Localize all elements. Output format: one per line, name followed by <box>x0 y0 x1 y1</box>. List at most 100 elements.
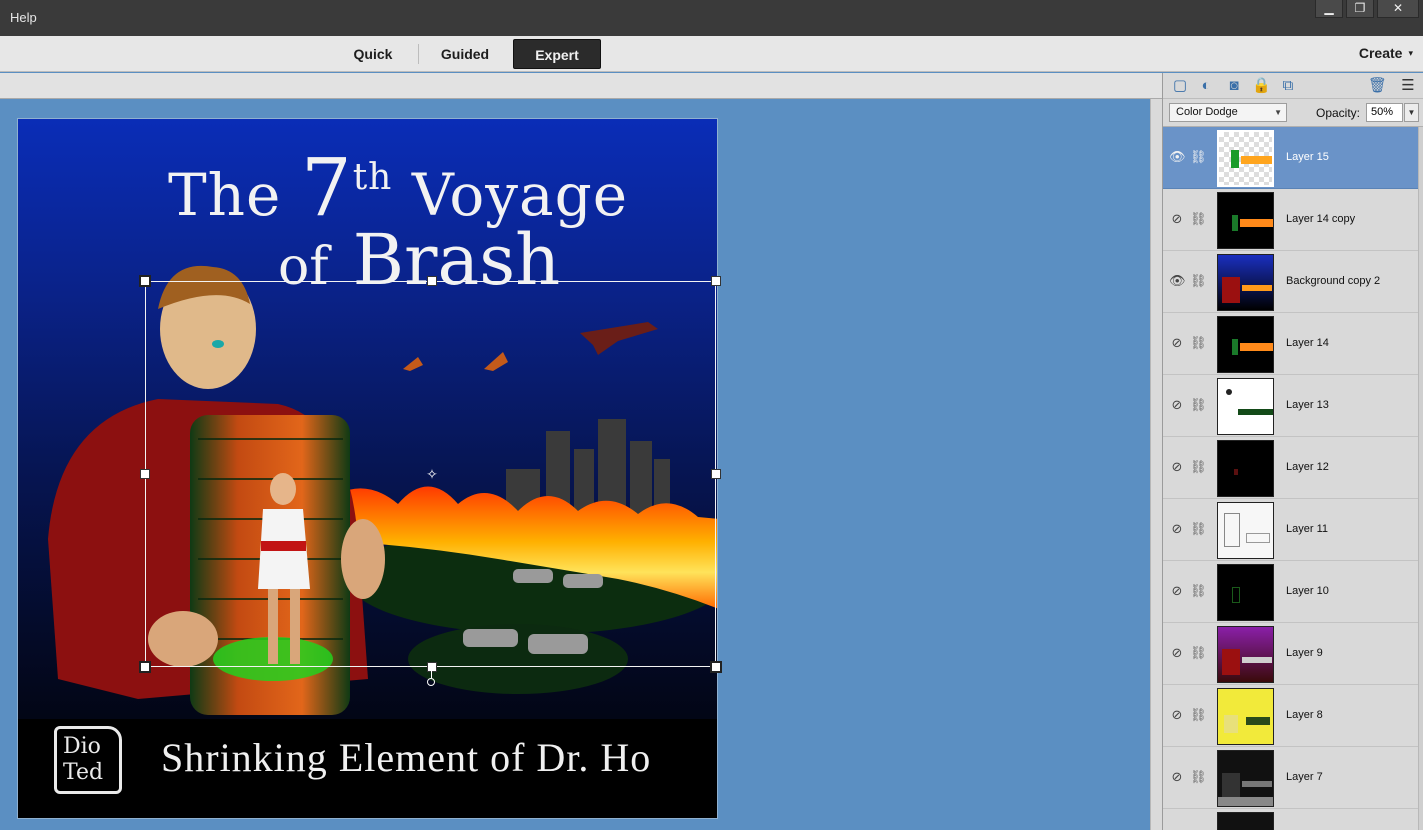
blend-mode-value: Color Dodge <box>1176 106 1238 118</box>
layer-name: Layer 14 <box>1286 337 1329 349</box>
eye-hidden-icon[interactable]: ⊘ <box>1169 583 1185 599</box>
eye-hidden-icon[interactable]: ⊘ <box>1169 397 1185 413</box>
eye-hidden-icon[interactable]: ⊘ <box>1169 459 1185 475</box>
layer-thumbnail <box>1217 812 1274 830</box>
layers-scrollbar[interactable] <box>1418 127 1423 830</box>
layer-name: Layer 9 <box>1286 647 1323 659</box>
restore-button[interactable]: ❐ <box>1346 0 1374 18</box>
link-icon[interactable]: ⛓ <box>1190 645 1207 661</box>
eye-hidden-icon[interactable]: ⊘ <box>1169 211 1185 227</box>
tab-guided[interactable]: Guided <box>428 39 502 69</box>
transform-handle-bottom-right[interactable] <box>710 661 722 673</box>
link-icon[interactable]: ⛓ <box>1190 769 1207 785</box>
layers-toolbar: ▢ ◐ ◙ 🔒 ⧉ 🗑 ☰ <box>1163 73 1423 99</box>
layer-row[interactable]: ⊘ ⛓ Layer 13 <box>1163 375 1418 437</box>
layer-name: Layer 7 <box>1286 771 1323 783</box>
rotate-handle[interactable] <box>427 678 435 686</box>
layer-row[interactable]: ⊘ ⛓ Layer 10 <box>1163 561 1418 623</box>
link-icon[interactable]: ⛓ <box>1190 583 1207 599</box>
transform-handle-bottom-left[interactable] <box>139 661 151 673</box>
transform-handle-top-left[interactable] <box>139 275 151 287</box>
opacity-label: Opacity: <box>1316 106 1361 120</box>
layer-thumbnail <box>1217 502 1274 559</box>
transform-handle-top[interactable] <box>427 276 437 286</box>
layer-thumbnail <box>1217 564 1274 621</box>
link-icon[interactable]: ⛓ <box>1190 273 1207 289</box>
eye-icon[interactable]: 👁 <box>1169 149 1186 165</box>
layer-row[interactable]: ⊘ ⛓ Layer 9 <box>1163 623 1418 685</box>
lock-icon[interactable]: 🔒 <box>1252 77 1271 95</box>
mode-bar: Quick Guided Expert Create ▾ <box>0 36 1423 72</box>
layers-options: Color Dodge ▼ Opacity: 50% ▼ <box>1163 99 1423 127</box>
layer-name: Layer 11 <box>1286 523 1328 535</box>
create-label: Create <box>1358 45 1403 61</box>
layer-row[interactable]: 👁 ⛓ Layer 15 <box>1163 127 1418 189</box>
layer-row[interactable]: ⊘ ⛓ Layer 11 <box>1163 499 1418 561</box>
transform-handle-left[interactable] <box>140 469 150 479</box>
layer-row[interactable]: 👁 ⛓ Background copy 2 <box>1163 251 1418 313</box>
link-icon[interactable]: ⛓ <box>1190 149 1207 165</box>
layers-panel: ▢ ◐ ◙ 🔒 ⧉ 🗑 ☰ Color Dodge ▼ Opacity: 50%… <box>1162 73 1423 830</box>
chevron-down-icon: ▼ <box>1274 108 1282 117</box>
layer-row[interactable]: ⊘ ⛓ Layer 12 <box>1163 437 1418 499</box>
layer-row[interactable]: ⊘ ⛓ Layer 14 <box>1163 313 1418 375</box>
layer-thumbnail <box>1217 440 1274 497</box>
opacity-dropdown-button[interactable]: ▼ <box>1404 103 1419 122</box>
layer-thumbnail <box>1217 688 1274 745</box>
transform-handle-right[interactable] <box>711 469 721 479</box>
menu-help[interactable]: Help <box>10 10 37 25</box>
eye-hidden-icon[interactable]: ⊘ <box>1169 707 1185 723</box>
link-icon[interactable]: ⛓ <box>1190 211 1207 227</box>
layer-row[interactable]: ⊘ ⛓ Layer 8 <box>1163 685 1418 747</box>
rotate-stem <box>431 667 432 678</box>
tab-expert[interactable]: Expert <box>513 39 601 69</box>
trash-icon[interactable]: 🗑 <box>1368 77 1387 95</box>
new-layer-icon[interactable]: ▢ <box>1171 77 1189 95</box>
panel-menu-icon[interactable]: ☰ <box>1399 77 1417 95</box>
layer-thumbnail <box>1217 130 1274 187</box>
layers-list: 👁 ⛓ Layer 15 ⊘ ⛓ Layer 14 copy 👁 ⛓ Backg… <box>1163 127 1418 830</box>
layer-thumbnail <box>1217 378 1274 435</box>
title-bar: Help ▁ ❐ ✕ <box>0 0 1423 36</box>
dio-ted-logo: Dio Ted <box>54 726 122 794</box>
create-button[interactable]: Create ▾ <box>1359 45 1413 61</box>
close-button[interactable]: ✕ <box>1377 0 1419 18</box>
artwork-subtitle: Shrinking Element of Dr. Ho <box>161 735 652 780</box>
layer-name: Layer 12 <box>1286 461 1329 473</box>
link-icon[interactable]: ⛓ <box>1190 707 1207 723</box>
link-icon[interactable]: ⛓ <box>1190 397 1207 413</box>
layer-name: Layer 14 copy <box>1286 213 1356 225</box>
blend-mode-select[interactable]: Color Dodge ▼ <box>1169 103 1287 122</box>
eye-hidden-icon[interactable]: ⊘ <box>1169 521 1185 537</box>
layer-thumbnail <box>1217 750 1274 807</box>
layer-name: Layer 13 <box>1286 399 1329 411</box>
workspace-scrollbar[interactable] <box>1150 99 1162 830</box>
title-word-the: The <box>168 161 282 229</box>
layer-name: Layer 15 <box>1286 151 1329 163</box>
link-icon[interactable]: ⛓ <box>1190 521 1207 537</box>
layer-row[interactable]: ⊘ ⛓ Layer 7 <box>1163 747 1418 809</box>
layer-row[interactable] <box>1163 809 1418 830</box>
chevron-down-icon: ▾ <box>1408 48 1413 58</box>
lock-transparency-icon[interactable]: ⧉ <box>1279 77 1297 95</box>
eye-hidden-icon[interactable]: ⊘ <box>1169 335 1185 351</box>
layer-name: Background copy 2 <box>1286 275 1381 287</box>
layer-thumbnail <box>1217 192 1274 249</box>
pivot-point-icon[interactable]: ✧ <box>426 467 438 481</box>
link-icon[interactable]: ⛓ <box>1190 459 1207 475</box>
eye-hidden-icon[interactable]: ⊘ <box>1169 645 1185 661</box>
link-icon[interactable]: ⛓ <box>1190 335 1207 351</box>
window-controls: ▁ ❐ ✕ <box>1315 0 1419 18</box>
transform-handle-top-right[interactable] <box>711 276 721 286</box>
transform-handle-bottom[interactable] <box>427 662 437 672</box>
mode-divider <box>418 44 419 64</box>
adjustment-layer-icon[interactable]: ◐ <box>1197 77 1215 95</box>
layer-mask-icon[interactable]: ◙ <box>1225 77 1243 95</box>
tab-quick[interactable]: Quick <box>340 39 406 69</box>
eye-icon[interactable]: 👁 <box>1169 273 1186 289</box>
layer-row[interactable]: ⊘ ⛓ Layer 14 copy <box>1163 189 1418 251</box>
minimize-button[interactable]: ▁ <box>1315 0 1343 18</box>
eye-hidden-icon[interactable]: ⊘ <box>1169 769 1185 785</box>
opacity-input[interactable]: 50% <box>1366 103 1403 122</box>
layer-thumbnail <box>1217 254 1274 311</box>
